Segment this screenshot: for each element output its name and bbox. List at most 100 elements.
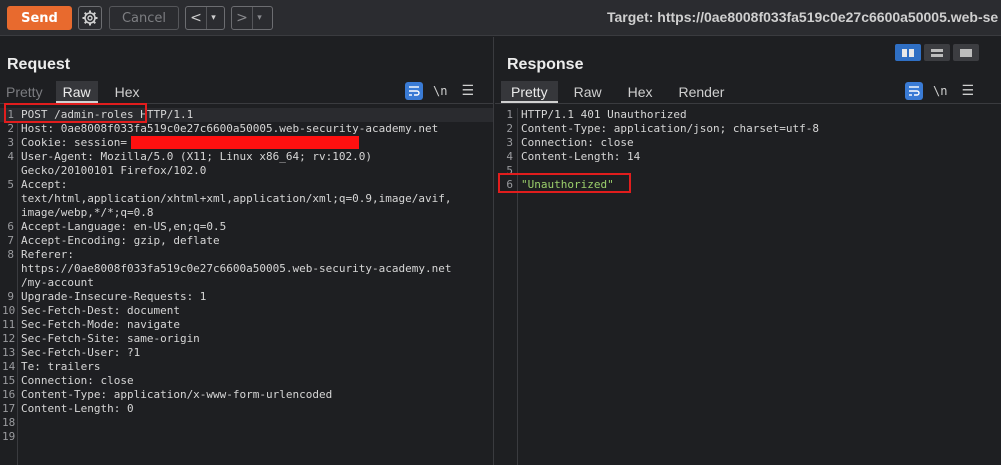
code-line[interactable]: 17 Content-Length: 0 — [0, 402, 493, 416]
line-number: 4 — [506, 150, 513, 163]
line-text: Content-Length: 0 — [21, 402, 134, 415]
line-text: Gecko/20100101 Firefox/102.0 — [21, 164, 207, 177]
code-line[interactable]: 13 Sec-Fetch-User: ?1 — [0, 346, 493, 360]
word-wrap-icon[interactable] — [905, 82, 923, 100]
line-text: Accept-Language: en-US,en;q=0.5 — [21, 220, 227, 233]
line-text: text/html,application/xhtml+xml,applicat… — [21, 192, 452, 205]
newline-toggle-icon[interactable]: \n — [433, 84, 447, 98]
back-history-button[interactable]: < ▾ — [185, 6, 225, 30]
response-title: Response — [507, 56, 584, 73]
word-wrap-icon[interactable] — [405, 82, 423, 100]
code-line[interactable]: 2 Content-Type: application/json; charset… — [495, 122, 1001, 136]
line-number: 4 — [7, 150, 14, 163]
line-number: 17 — [2, 402, 16, 415]
line-text: Accept: — [21, 178, 68, 191]
code-line[interactable]: 16 Content-Type: application/x-www-form-u… — [0, 388, 493, 402]
line-number: 9 — [7, 290, 14, 303]
tab-raw[interactable]: Raw — [55, 81, 98, 103]
chevron-down-icon[interactable]: ▾ — [252, 7, 266, 29]
line-number: 13 — [2, 346, 16, 359]
line-text: Sec-Fetch-User: ?1 — [21, 346, 141, 359]
gear-icon — [82, 10, 98, 26]
chevron-right-icon: > — [236, 10, 248, 26]
line-number: 18 — [2, 416, 16, 429]
code-line[interactable]: 1 HTTP/1.1 401 Unauthorized — [495, 108, 1001, 122]
line-text: Sec-Fetch-Mode: navigate — [21, 318, 180, 331]
tabs-divider — [495, 103, 1001, 104]
line-text: HTTP/1.1 401 Unauthorized — [521, 108, 687, 121]
response-tabs: Pretty Raw Hex Render — [501, 81, 740, 103]
code-line[interactable]: /my-account — [0, 276, 493, 290]
code-line[interactable]: text/html,application/xhtml+xml,applicat… — [0, 192, 493, 206]
code-line[interactable]: 4 Content-Length: 14 — [495, 150, 1001, 164]
code-line[interactable]: 12 Sec-Fetch-Site: same-origin — [0, 332, 493, 346]
code-line[interactable]: 6 Accept-Language: en-US,en;q=0.5 — [0, 220, 493, 234]
line-number: 2 — [7, 122, 14, 135]
code-line[interactable]: 14 Te: trailers — [0, 360, 493, 374]
request-editor[interactable]: 1 POST /admin-roles HTTP/1.1 2 Host: 0ae800… — [0, 108, 493, 465]
line-text: User-Agent: Mozilla/5.0 (X11; Linux x86_… — [21, 150, 372, 163]
code-line[interactable]: 9 Upgrade-Insecure-Requests: 1 — [0, 290, 493, 304]
cancel-button[interactable]: Cancel — [109, 6, 179, 30]
request-editor-tools: \n ☰ — [405, 81, 474, 101]
line-number: 1 — [506, 108, 513, 121]
line-number: 2 — [506, 122, 513, 135]
line-text: https://0ae8008f033fa519c0e27c6600a50005… — [21, 262, 452, 275]
code-line[interactable]: 10 Sec-Fetch-Dest: document — [0, 304, 493, 318]
code-line[interactable]: 18 — [0, 416, 493, 430]
response-editor-tools: \n ☰ — [905, 81, 974, 101]
layout-tabs-button[interactable] — [953, 44, 979, 61]
line-number: 3 — [506, 136, 513, 149]
code-line[interactable]: 11 Sec-Fetch-Mode: navigate — [0, 318, 493, 332]
line-number: 15 — [2, 374, 16, 387]
code-line[interactable]: 15 Connection: close — [0, 374, 493, 388]
layout-stacked-button[interactable] — [924, 44, 950, 61]
line-number: 16 — [2, 388, 16, 401]
line-number: 19 — [2, 430, 16, 443]
line-text: Host: 0ae8008f033fa519c0e27c6600a50005.w… — [21, 122, 439, 135]
layout-side-by-side-button[interactable] — [895, 44, 921, 61]
request-panel: Request Pretty Raw Hex \n ☰ 1 POST /admin… — [0, 37, 494, 465]
code-line[interactable]: 7 Accept-Encoding: gzip, deflate — [0, 234, 493, 248]
toolbar: Send Cancel < ▾ > ▾ Target: https://0ae8… — [0, 0, 1001, 36]
line-text: Upgrade-Insecure-Requests: 1 — [21, 290, 207, 303]
send-button[interactable]: Send — [7, 6, 72, 30]
line-number: 11 — [2, 318, 16, 331]
tab-hex[interactable]: Hex — [618, 81, 663, 103]
tab-raw[interactable]: Raw — [564, 81, 612, 103]
line-text: Te: trailers — [21, 360, 101, 373]
line-text: image/webp,*/*;q=0.8 — [21, 206, 154, 219]
line-number: 8 — [7, 248, 14, 261]
line-text: Content-Length: 14 — [521, 150, 641, 163]
session-redaction — [131, 136, 359, 149]
tab-pretty[interactable]: Pretty — [0, 81, 50, 103]
line-number: 14 — [2, 360, 16, 373]
code-line[interactable]: 8 Referer: — [0, 248, 493, 262]
newline-toggle-icon[interactable]: \n — [933, 84, 947, 98]
code-line[interactable]: https://0ae8008f033fa519c0e27c6600a50005… — [0, 262, 493, 276]
code-line[interactable]: image/webp,*/*;q=0.8 — [0, 206, 493, 220]
hamburger-menu-icon[interactable]: ☰ — [961, 83, 974, 99]
code-line[interactable]: 2 Host: 0ae8008f033fa519c0e27c6600a50005.… — [0, 122, 493, 136]
layout-toggle — [895, 44, 982, 61]
response-editor[interactable]: 1 HTTP/1.1 401 Unauthorized 2 Content-Type:… — [495, 108, 1001, 465]
tab-hex[interactable]: Hex — [108, 81, 147, 103]
chevron-down-icon[interactable]: ▾ — [206, 7, 220, 29]
hamburger-menu-icon[interactable]: ☰ — [461, 83, 474, 99]
line-text: /my-account — [21, 276, 94, 289]
settings-button[interactable] — [78, 6, 102, 30]
chevron-left-icon: < — [190, 10, 202, 26]
forward-history-button[interactable]: > ▾ — [231, 6, 273, 30]
code-line[interactable]: Gecko/20100101 Firefox/102.0 — [0, 164, 493, 178]
line-number: 10 — [2, 304, 16, 317]
line-text: Sec-Fetch-Dest: document — [21, 304, 180, 317]
tab-render[interactable]: Render — [669, 81, 735, 103]
code-line[interactable]: 19 — [0, 430, 493, 444]
target-url[interactable]: Target: https://0ae8008f033fa519c0e27c66… — [607, 9, 998, 25]
line-number: 7 — [7, 234, 14, 247]
code-line[interactable]: 3 Connection: close — [495, 136, 1001, 150]
code-line[interactable]: 4 User-Agent: Mozilla/5.0 (X11; Linux x86… — [0, 150, 493, 164]
tab-pretty[interactable]: Pretty — [501, 81, 558, 103]
line-text: Accept-Encoding: gzip, deflate — [21, 234, 220, 247]
code-line[interactable]: 5 Accept: — [0, 178, 493, 192]
